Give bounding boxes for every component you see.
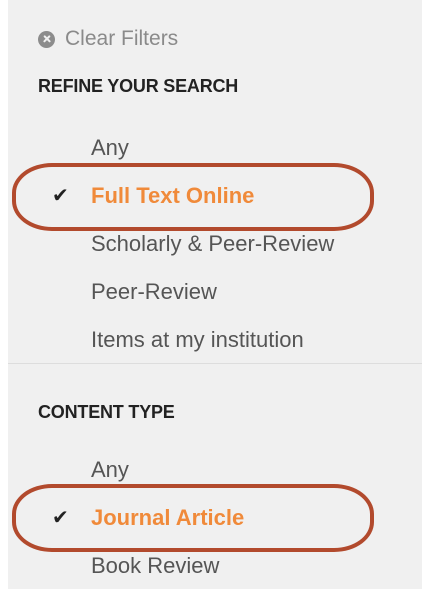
facet-label: Scholarly & Peer-Review <box>91 231 335 256</box>
facet-label: Any <box>91 457 129 482</box>
checkmark-icon: ✔ <box>52 507 69 529</box>
facet-items-at-my-institution[interactable]: Items at my institution <box>8 316 422 364</box>
facet-label: Any <box>91 135 129 160</box>
clear-filters-link[interactable]: Clear Filters <box>38 24 178 54</box>
facet-scholarly-peer-review[interactable]: Scholarly & Peer-Review <box>8 220 422 268</box>
checkmark-icon: ✔ <box>52 185 69 207</box>
facet-label: Full Text Online <box>91 183 255 208</box>
facet-journal-article[interactable]: ✔ Journal Article <box>8 494 422 542</box>
facet-refine-any[interactable]: Any <box>8 124 422 172</box>
refine-section-title: REFINE YOUR SEARCH <box>38 76 239 96</box>
close-circle-icon <box>38 30 55 48</box>
filter-sidebar: Clear Filters REFINE YOUR SEARCH Any ✔ F… <box>8 0 422 589</box>
facet-full-text-online[interactable]: ✔ Full Text Online <box>8 172 422 220</box>
section-divider <box>8 363 422 364</box>
content-type-section-title: CONTENT TYPE <box>38 402 175 422</box>
facet-peer-review[interactable]: Peer-Review <box>8 268 422 316</box>
facet-label: Peer-Review <box>91 279 217 304</box>
refine-facet-list: Any ✔ Full Text Online Scholarly & Peer-… <box>8 124 422 364</box>
facet-label: Journal Article <box>91 505 245 530</box>
content-type-facet-list: Any ✔ Journal Article Book Review <box>8 446 422 590</box>
facet-label: Book Review <box>91 553 220 578</box>
facet-label: Items at my institution <box>91 327 304 352</box>
facet-book-review[interactable]: Book Review <box>8 542 422 590</box>
facet-content-any[interactable]: Any <box>8 446 422 494</box>
clear-filters-label: Clear Filters <box>65 27 179 50</box>
